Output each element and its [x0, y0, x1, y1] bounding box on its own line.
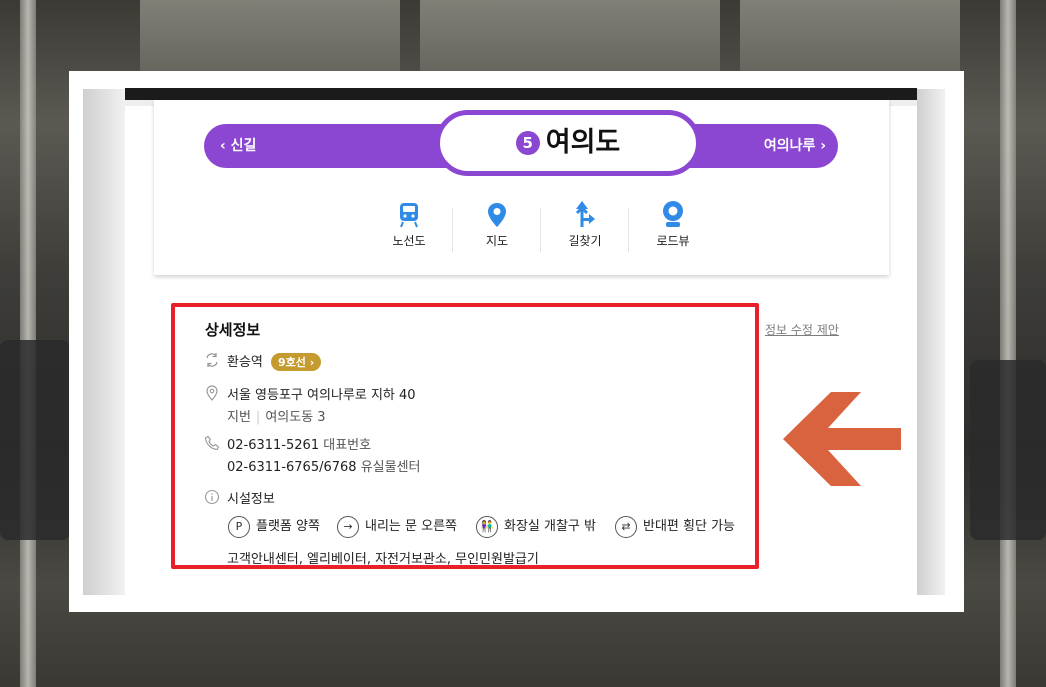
- directions-icon: [542, 198, 628, 228]
- tool-map[interactable]: 지도: [454, 198, 540, 258]
- tool-directions[interactable]: 길찾기: [542, 198, 628, 258]
- tool-label: 노선도: [392, 234, 426, 248]
- seat: [970, 360, 1046, 540]
- divider: [628, 208, 629, 252]
- current-station: 5 여의도: [435, 110, 701, 176]
- tool-label: 길찾기: [568, 234, 602, 248]
- side-panel: [83, 89, 125, 595]
- station-tools: 노선도 지도 길찾기 로드뷰: [366, 198, 716, 258]
- divider: [540, 208, 541, 252]
- line-number-badge: 5: [515, 131, 540, 155]
- window: [420, 0, 720, 75]
- arrow-left-icon: [783, 392, 901, 486]
- map-pin-icon: [454, 198, 540, 228]
- tool-roadview[interactable]: 로드뷰: [630, 198, 716, 258]
- prev-station-label: 신길: [230, 138, 257, 154]
- next-station-link[interactable]: 여의나루 ›: [764, 124, 826, 168]
- pole: [1000, 0, 1016, 687]
- seat: [0, 340, 70, 540]
- tool-label: 지도: [485, 234, 509, 248]
- tool-label: 로드뷰: [656, 234, 690, 248]
- chevron-left-icon: ‹: [220, 138, 226, 154]
- highlight-box: [171, 303, 759, 569]
- train-icon: [366, 198, 452, 228]
- divider: [452, 208, 453, 252]
- edit-suggest-link[interactable]: 정보 수정 제안: [765, 321, 839, 338]
- station-page: ‹ 신길 여의나루 › 5 여의도 노선도 지도 길찾기 로드뷰 정보 수정 제…: [125, 88, 917, 606]
- screenshot-card: ‹ 신길 여의나루 › 5 여의도 노선도 지도 길찾기 로드뷰 정보 수정 제…: [69, 71, 964, 612]
- chevron-right-icon: ›: [820, 138, 826, 154]
- station-name: 여의도: [545, 127, 621, 158]
- station-header: ‹ 신길 여의나루 › 5 여의도 노선도 지도 길찾기 로드뷰: [154, 100, 889, 275]
- side-panel: [917, 89, 945, 595]
- window: [740, 0, 960, 75]
- tool-route-map[interactable]: 노선도: [366, 198, 452, 258]
- roadview-icon: [630, 198, 716, 228]
- window: [140, 0, 400, 75]
- next-station-label: 여의나루: [763, 138, 816, 154]
- prev-station-link[interactable]: ‹ 신길: [220, 124, 256, 168]
- line-bar: ‹ 신길 여의나루 › 5 여의도: [204, 110, 838, 176]
